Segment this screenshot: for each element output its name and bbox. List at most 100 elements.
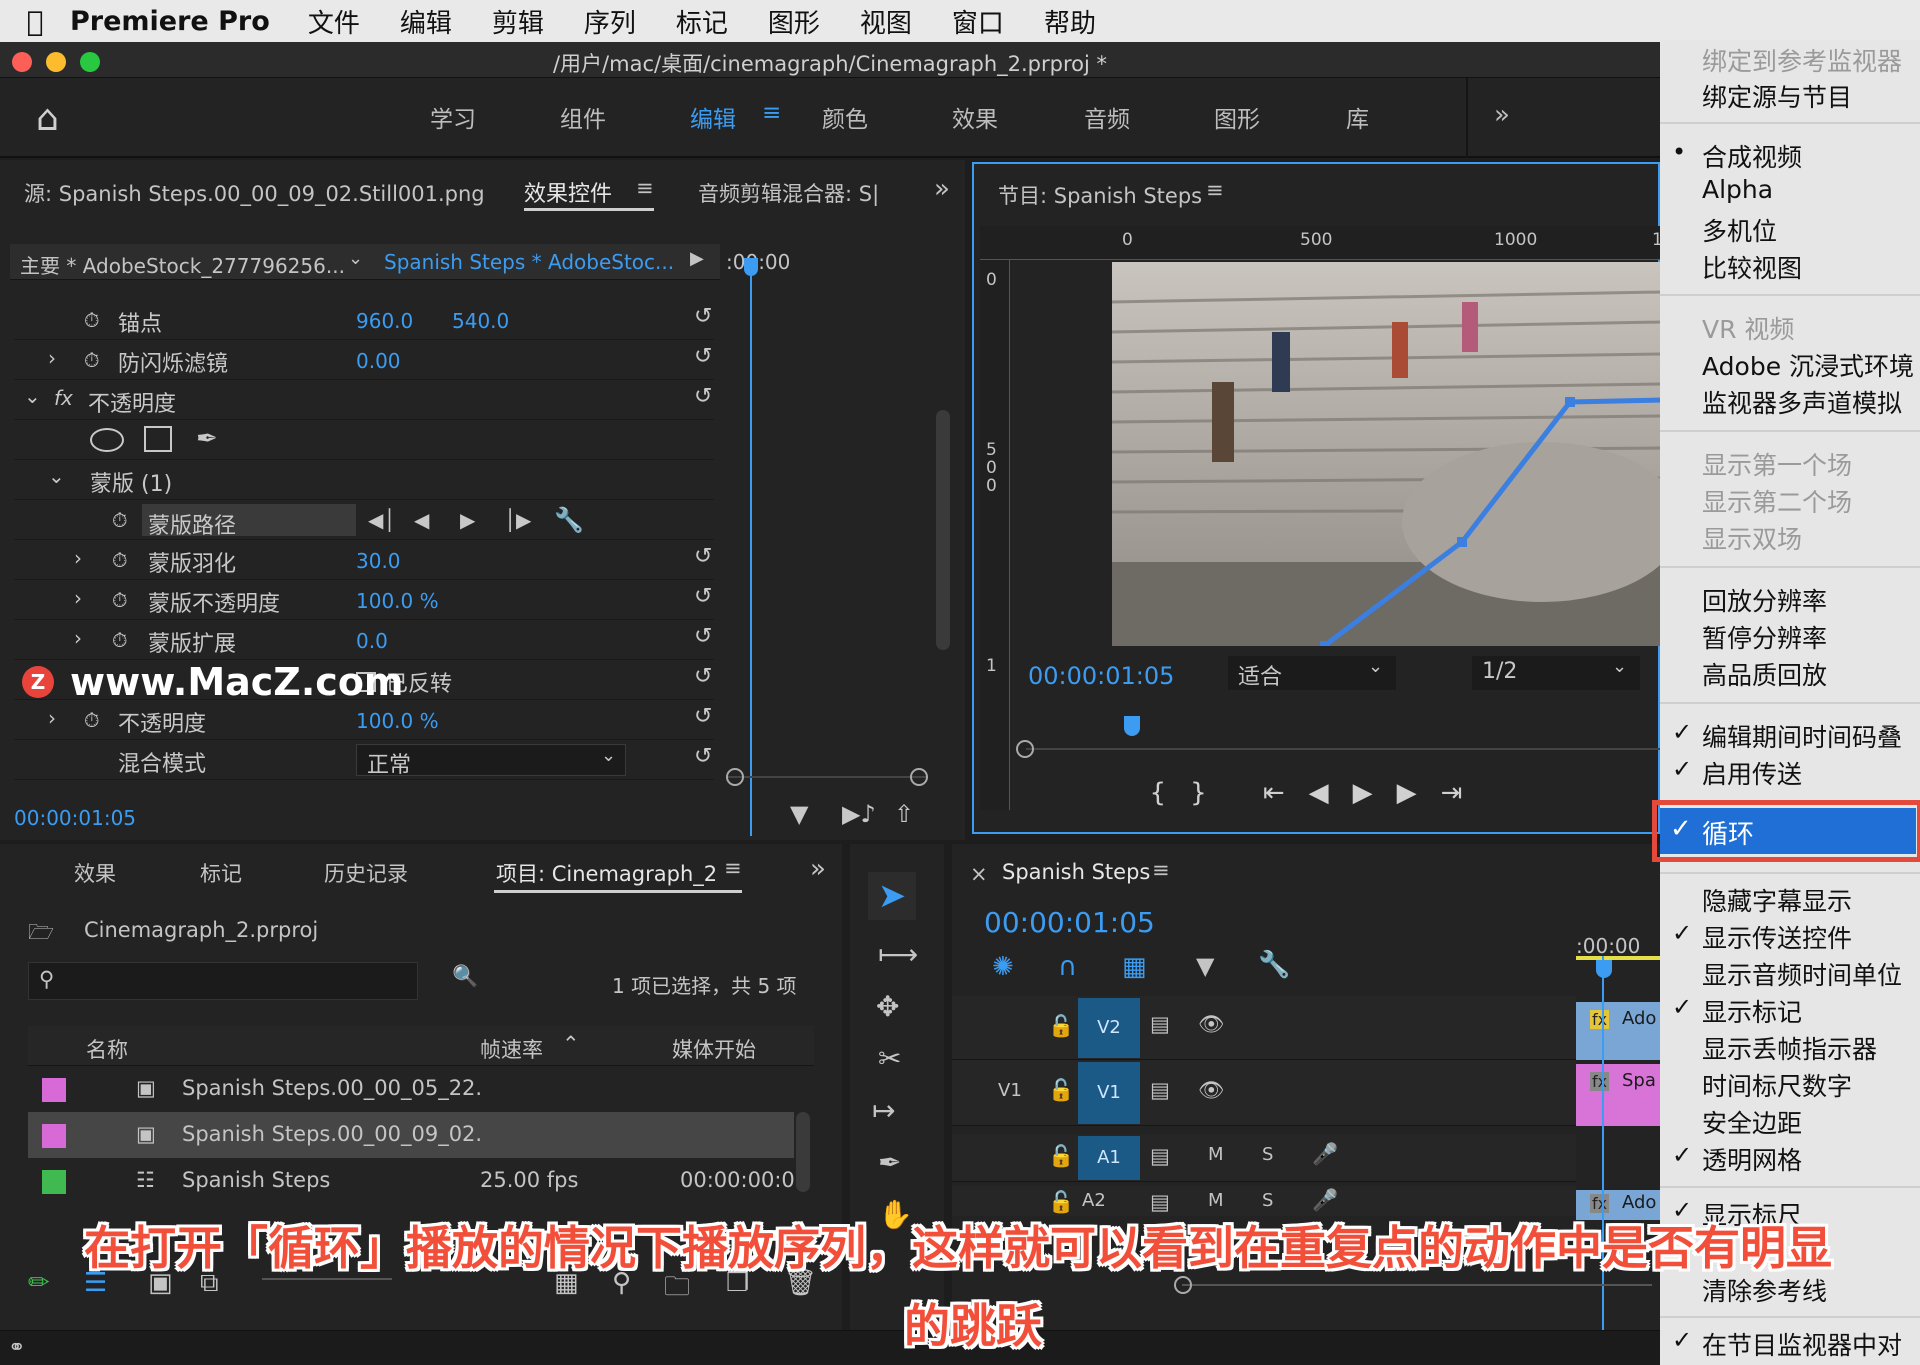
track-target-v1[interactable]: V1 (1078, 1062, 1140, 1124)
sync-lock-icon[interactable]: ▤ (1150, 1078, 1170, 1102)
workspace-learn[interactable]: 学习 (430, 100, 476, 134)
stopwatch-icon[interactable]: ⏱ (84, 708, 100, 732)
tab-history[interactable]: 历史记录 (324, 858, 408, 888)
menu-item-safe-margins[interactable]: 安全边距 (1702, 1104, 1802, 1140)
track-target-v2[interactable]: V2 (1078, 998, 1140, 1058)
master-clip-label[interactable]: 主要 * AdobeStock_277796256... (20, 250, 345, 279)
menu-markers[interactable]: 标记 (676, 3, 728, 40)
wrench-icon[interactable]: 🔧 (554, 506, 584, 534)
mask-path-label[interactable]: 蒙版路径 (142, 504, 356, 539)
reset-icon[interactable]: ↺ (694, 384, 712, 409)
stopwatch-icon[interactable]: ⏱ (112, 508, 128, 532)
stopwatch-icon[interactable]: ⏱ (112, 548, 128, 572)
video-frame[interactable] (1112, 262, 1662, 646)
menu-item-closed-captions[interactable]: 隐藏字幕显示 (1702, 882, 1852, 918)
table-row[interactable]: ☷ Spanish Steps 25.00 fps 00:00:00:00 (28, 1158, 814, 1204)
chevron-right-icon[interactable]: › (48, 346, 56, 370)
panel-menu-icon[interactable]: ≡ (724, 856, 742, 880)
timeline-zoom-bar[interactable] (1182, 1284, 1652, 1286)
find-icon[interactable]: 🔍 (452, 964, 478, 989)
menu-item-multichannel-emulation[interactable]: 监视器多声道模拟 (1702, 384, 1902, 420)
app-menu[interactable]: Premiere Pro (70, 6, 270, 37)
tab-effect-controls[interactable]: 效果控件 (524, 176, 612, 208)
anchor-y-value[interactable]: 540.0 (452, 309, 509, 333)
fit-select[interactable]: 适合 ⌄ (1228, 656, 1396, 690)
step-back-icon[interactable]: ◀ (1309, 778, 1353, 808)
microphone-icon[interactable]: 🎤 (1312, 1188, 1338, 1213)
label-color-swatch[interactable] (42, 1078, 66, 1102)
vertical-scrollbar[interactable] (936, 410, 950, 650)
track-backward-icon[interactable]: ◀│ (368, 508, 395, 532)
tab-markers[interactable]: 标记 (200, 858, 242, 888)
track-select-tool-icon[interactable]: ⟼ (878, 938, 918, 971)
chevron-right-icon[interactable]: › (74, 586, 82, 610)
reset-icon[interactable]: ↺ (694, 704, 712, 729)
menu-item-audio-time-units[interactable]: 显示音频时间单位 (1702, 956, 1902, 992)
stopwatch-icon[interactable]: ⏱ (112, 588, 128, 612)
workspace-effects[interactable]: 效果 (952, 100, 998, 134)
tab-program[interactable]: 节目: Spanish Steps (998, 180, 1202, 210)
zoom-handle[interactable] (1174, 1276, 1192, 1294)
menu-item-immersive-environment[interactable]: Adobe 沉浸式环境 (1702, 347, 1914, 383)
tab-sequence[interactable]: Spanish Steps (1002, 860, 1150, 884)
menu-window[interactable]: 窗口 (952, 3, 1004, 40)
creative-cloud-icon[interactable]: ⚭ (8, 1335, 26, 1359)
microphone-icon[interactable]: 🎤 (1312, 1142, 1338, 1167)
menu-item-high-quality-playback[interactable]: 高品质回放 (1702, 656, 1827, 692)
track-label-a2[interactable]: A2 (1082, 1190, 1106, 1211)
pen-mask-icon[interactable]: ✒ (196, 424, 218, 454)
zoom-handle-right[interactable] (910, 768, 928, 786)
chevron-down-icon[interactable]: ⌄ (48, 464, 65, 488)
apple-icon[interactable]:  (0, 5, 70, 38)
more-panels-icon[interactable]: » (810, 854, 826, 884)
mute-button[interactable]: M (1208, 1190, 1224, 1211)
menu-item-transparency-grid[interactable]: 透明网格 (1702, 1141, 1802, 1177)
workspace-libraries[interactable]: 库 (1346, 100, 1369, 134)
reset-icon[interactable]: ↺ (694, 304, 712, 329)
menu-edit[interactable]: 编辑 (400, 3, 452, 40)
menu-item-loop[interactable]: ✓ 循环 (1660, 808, 1916, 854)
menu-clip[interactable]: 剪辑 (492, 3, 544, 40)
play-audio-icon[interactable]: ▶♪ (842, 800, 876, 828)
blend-mode-select[interactable]: 正常 ⌄ (356, 744, 626, 778)
reset-icon[interactable]: ↺ (694, 584, 712, 609)
mark-out-icon[interactable]: } (1190, 778, 1231, 808)
stopwatch-icon[interactable]: ⏱ (84, 308, 100, 332)
expansion-value[interactable]: 0.0 (356, 629, 388, 653)
reset-icon[interactable]: ↺ (694, 624, 712, 649)
chevron-right-icon[interactable]: › (74, 546, 82, 570)
play-icon[interactable]: ▶ (1353, 778, 1397, 808)
sequence-clip-label[interactable]: Spanish Steps * AdobeStoc... (384, 250, 674, 274)
razor-tool-icon[interactable]: ✂ (878, 1042, 901, 1075)
track-forward-frame-icon[interactable]: ▶ (460, 508, 475, 532)
menu-view[interactable]: 视图 (860, 3, 912, 40)
workspace-assembly[interactable]: 组件 (560, 100, 606, 134)
wrench-icon[interactable]: 🔧 (1258, 950, 1290, 980)
mask-opacity-value[interactable]: 100.0 % (356, 589, 439, 613)
go-to-in-icon[interactable]: ⇤ (1263, 778, 1309, 808)
menu-item-dropped-frame-indicator[interactable]: 显示丢帧指示器 (1702, 1030, 1877, 1066)
menu-item-compare-view[interactable]: 比较视图 (1702, 249, 1802, 285)
home-icon[interactable]: ⌂ (36, 98, 59, 139)
menu-item-time-ruler-numbers[interactable]: 时间标尺数字 (1702, 1067, 1852, 1103)
tab-effects[interactable]: 效果 (74, 858, 116, 888)
work-area-bar[interactable] (1576, 956, 1660, 960)
column-media-start[interactable]: 媒体开始 (672, 1034, 756, 1064)
chevron-down-icon[interactable]: ⌄ (24, 384, 41, 408)
fx-icon[interactable]: fx (54, 386, 73, 410)
clip-v1[interactable]: fx Spa (1576, 1064, 1660, 1126)
snap-icon[interactable]: ✺ (992, 952, 1014, 982)
zoom-handle-left[interactable] (726, 768, 744, 786)
chevron-right-icon[interactable]: › (74, 626, 82, 650)
menu-item-bind-source-program[interactable]: 绑定源与节目 (1702, 78, 1852, 114)
tab-project[interactable]: 项目: Cinemagraph_2 (496, 858, 717, 888)
mute-button[interactable]: M (1208, 1144, 1224, 1165)
menu-item-show-transport[interactable]: 显示传送控件 (1702, 919, 1852, 955)
menu-item-show-markers[interactable]: 显示标记 (1702, 993, 1802, 1029)
ellipse-mask-icon[interactable] (90, 428, 124, 452)
scrub-handle[interactable] (1016, 740, 1034, 758)
panel-menu-icon[interactable]: ≡ (1206, 178, 1224, 202)
add-marker-icon[interactable]: ▼ (1196, 952, 1214, 980)
play-triangle-icon[interactable]: ▶ (690, 248, 704, 269)
close-icon[interactable]: × (970, 862, 988, 886)
